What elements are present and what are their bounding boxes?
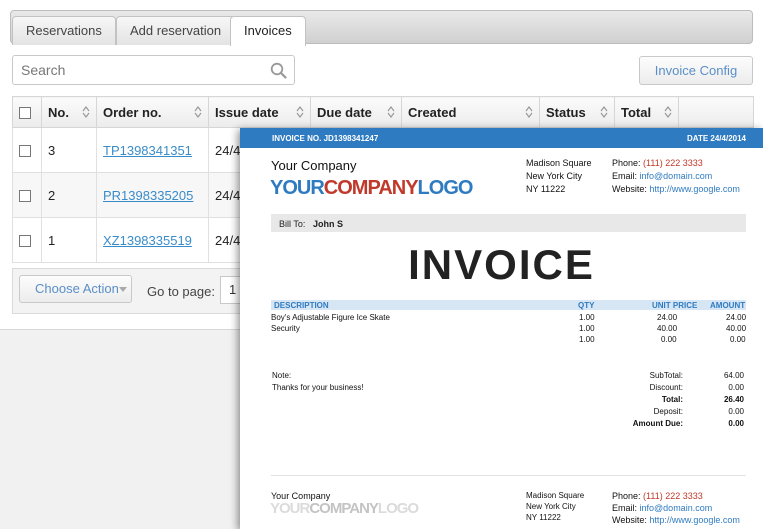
caret-down-icon xyxy=(119,287,127,292)
column-header-status[interactable]: Status xyxy=(539,96,615,128)
bill-to-bar: Bill To: John S xyxy=(271,214,746,232)
sort-arrows-icon xyxy=(387,106,395,118)
bill-to-name: John S xyxy=(313,219,344,229)
items-header: DESCRIPTION QTY UNIT PRICE AMOUNT xyxy=(271,300,746,310)
invoice-title: INVOICE xyxy=(408,241,595,288)
company-logo: YOURCOMPANYLOGO xyxy=(270,177,473,199)
row-select-cell xyxy=(12,217,42,263)
choose-action-label: Choose Action xyxy=(35,281,119,296)
column-header-due-date[interactable]: Due date xyxy=(310,96,402,128)
invoice-preview: INVOICE NO. JD1398341247 DATE 24/4/2014 … xyxy=(240,128,763,529)
order-link[interactable]: XZ1398335519 xyxy=(103,233,192,248)
table-header-row: No. Order no. Issue date Due date Create… xyxy=(12,96,754,128)
sort-arrows-icon xyxy=(82,106,90,118)
column-header-total[interactable]: Total xyxy=(614,96,679,128)
company-name: Your Company xyxy=(271,158,357,173)
select-all-checkbox[interactable] xyxy=(19,107,31,120)
row-checkbox[interactable] xyxy=(19,235,31,248)
company-address: Madison Square New York City NY 11222 xyxy=(526,158,592,194)
row-order-no: TP1398341351 xyxy=(96,127,209,173)
order-link[interactable]: PR1398335205 xyxy=(103,188,193,203)
footer-company-logo: YOURCOMPANYLOGO xyxy=(270,500,419,517)
choose-action-dropdown[interactable]: Choose Action xyxy=(19,275,132,303)
invoice-header-bar: INVOICE NO. JD1398341247 DATE 24/4/2014 xyxy=(240,128,763,148)
invoice-date: DATE 24/4/2014 xyxy=(687,134,746,143)
sort-arrows-icon xyxy=(296,106,304,118)
column-header-actions xyxy=(678,96,754,128)
row-select-cell xyxy=(12,172,42,218)
goto-page-label: Go to page: xyxy=(147,284,215,299)
tab-add-reservation[interactable]: Add reservation xyxy=(116,16,236,45)
tab-bar: Reservations Add reservation Invoices xyxy=(10,10,753,46)
tab-reservations[interactable]: Reservations xyxy=(12,16,116,45)
search-box xyxy=(12,55,295,85)
search-input[interactable] xyxy=(13,56,279,84)
column-header-issue-date[interactable]: Issue date xyxy=(208,96,311,128)
column-header-created[interactable]: Created xyxy=(401,96,540,128)
order-link[interactable]: TP1398341351 xyxy=(103,143,192,158)
note-text: Thanks for your business! xyxy=(272,383,364,392)
footer-contact: Phone: (111) 222 3333 Email: info@domain… xyxy=(612,491,740,525)
row-no: 1 xyxy=(41,217,97,263)
row-checkbox[interactable] xyxy=(19,145,31,158)
sort-arrows-icon xyxy=(194,106,202,118)
footer-divider xyxy=(271,475,746,476)
tab-invoices[interactable]: Invoices xyxy=(230,16,306,46)
footer-address: Madison Square New York City NY 11222 xyxy=(526,491,585,522)
row-order-no: PR1398335205 xyxy=(96,172,209,218)
sort-arrows-icon xyxy=(664,106,672,118)
company-contact: Phone: (111) 222 3333 Email: info@domain… xyxy=(612,158,740,194)
search-icon[interactable] xyxy=(270,62,287,79)
row-order-no: XZ1398335519 xyxy=(96,217,209,263)
row-checkbox[interactable] xyxy=(19,190,31,203)
sort-arrows-icon xyxy=(525,106,533,118)
invoice-config-button[interactable]: Invoice Config xyxy=(639,56,753,85)
row-select-cell xyxy=(12,127,42,173)
note-label: Note: xyxy=(272,371,292,380)
row-no: 2 xyxy=(41,172,97,218)
invoice-number: INVOICE NO. JD1398341247 xyxy=(272,134,379,143)
sort-arrows-icon xyxy=(600,106,608,118)
column-header-order-no[interactable]: Order no. xyxy=(96,96,209,128)
row-no: 3 xyxy=(41,127,97,173)
column-header-no[interactable]: No. xyxy=(41,96,97,128)
select-all-header xyxy=(12,96,42,128)
